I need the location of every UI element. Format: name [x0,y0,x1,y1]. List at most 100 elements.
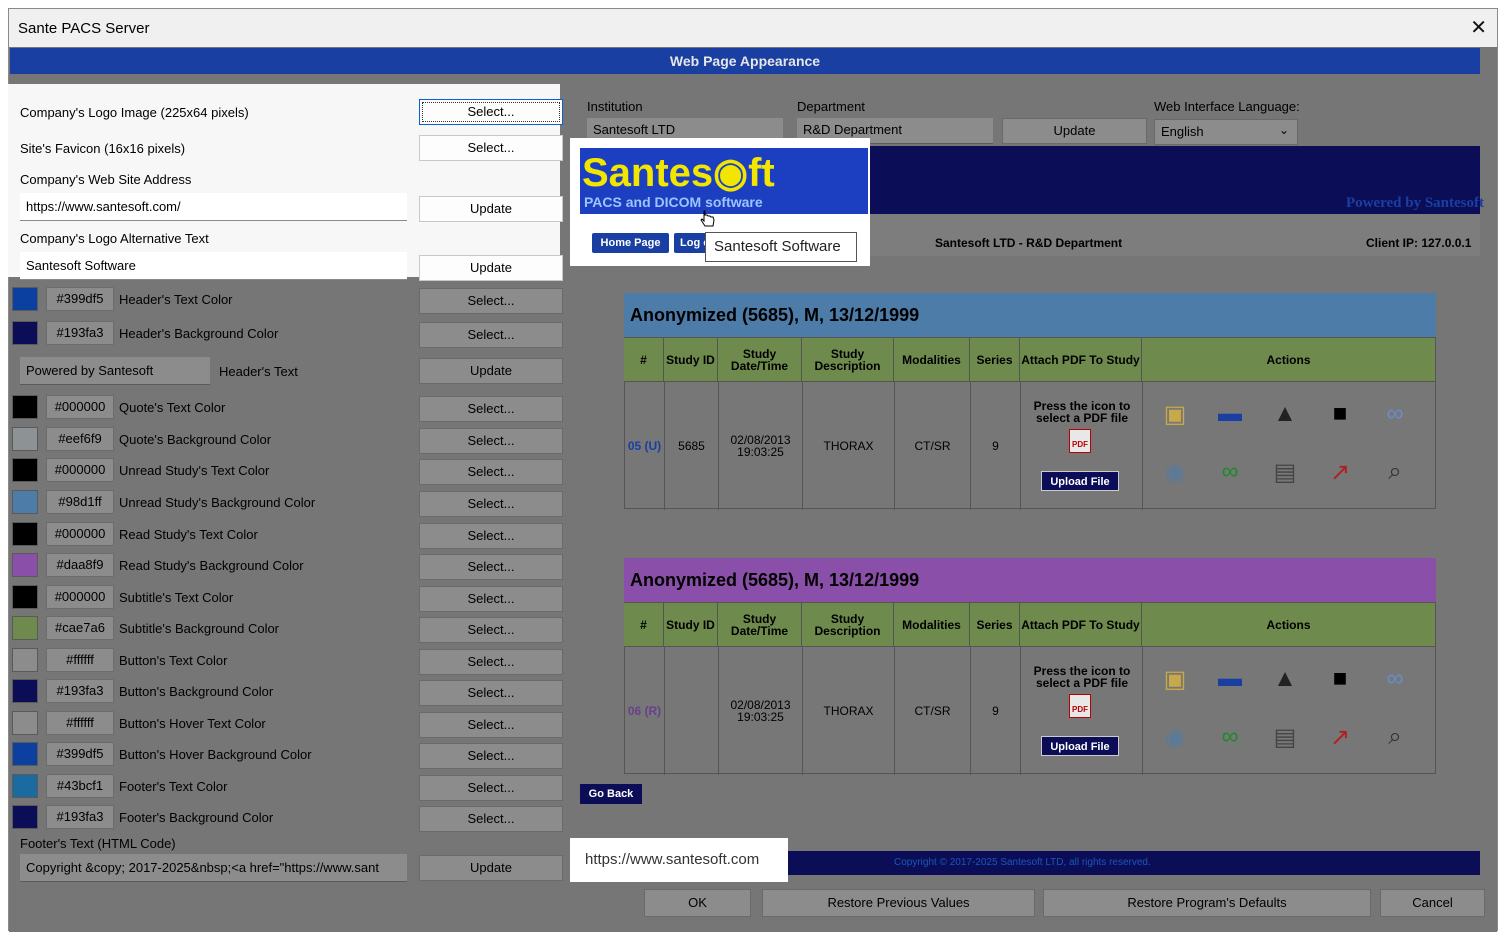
color-select-button[interactable]: Select... [419,649,563,675]
header-text-label: Header's Text [219,364,298,379]
color-select-button[interactable]: Select... [419,743,563,769]
footer-copyright-text: Copyright © 2017-2025 Santesoft LTD, all… [894,857,1151,868]
color-hex-value: #000000 [46,585,114,609]
color-swatch [12,395,38,419]
study-modalities-cell: CT/SR [895,382,971,510]
home-page-button[interactable]: Home Page [592,233,669,253]
alt-text-update-button[interactable]: Update [419,255,563,281]
annotate-icon[interactable]: ↗ [1324,456,1356,488]
study-title[interactable]: Anonymized (5685), M, 13/12/1999 [624,558,1436,602]
download-monitor-icon[interactable]: ▬ [1214,663,1246,695]
magnifier-icon[interactable]: ⌕ [1379,456,1411,488]
powered-by-text: Powered by Santesoft [1345,195,1484,211]
color-swatch [12,427,38,451]
pdf-icon[interactable]: PDF [1069,694,1091,718]
website-label: Company's Web Site Address [20,172,192,187]
department-label: Department [797,99,865,114]
color-swatch [12,287,38,311]
color-swatch [12,742,38,766]
status-url-text: https://www.santesoft.com [585,851,760,868]
download-monitor-icon[interactable]: ▬ [1214,398,1246,430]
window-title: Sante PACS Server [18,20,150,37]
color-select-button[interactable]: Select... [419,806,563,832]
upload-file-button[interactable]: Upload File [1041,471,1119,491]
restore-defaults-button[interactable]: Restore Program's Defaults [1043,889,1371,917]
restore-previous-button[interactable]: Restore Previous Values [762,889,1035,917]
study-title[interactable]: Anonymized (5685), M, 13/12/1999 [624,293,1436,337]
color-label: Quote's Text Color [119,400,226,415]
favicon-select-button[interactable]: Select... [419,135,563,161]
table-row: 06 (R) 02/08/2013 19:03:25 THORAX CT/SR 9 Pre… [624,646,1436,775]
color-select-button[interactable]: Select... [419,322,563,348]
color-swatch [12,711,38,735]
color-hex-value: #ffffff [46,711,114,735]
ok-button[interactable]: OK [644,889,751,917]
glasses-doc-icon[interactable]: ▤ [1269,456,1301,488]
alt-text-label: Company's Logo Alternative Text [20,231,209,246]
header-text-input[interactable]: Powered by Santesoft [20,357,210,385]
viewer-monitor-icon[interactable]: ▲ [1269,398,1301,430]
pdf-icon[interactable]: PDF [1069,429,1091,453]
glasses-doc-icon[interactable]: ▤ [1269,721,1301,753]
footer-html-input[interactable]: Copyright &copy; 2017-2025&nbsp;<a href=… [20,854,407,882]
viewer-monitor-icon[interactable]: ▲ [1269,663,1301,695]
study-modalities-cell: CT/SR [895,647,971,775]
cancel-button[interactable]: Cancel [1380,889,1485,917]
header-text-update-button[interactable]: Update [419,358,563,384]
color-label: Button's Hover Text Color [119,716,266,731]
color-label: Quote's Background Color [119,432,272,447]
color-select-button[interactable]: Select... [419,523,563,549]
hand-cursor-icon [700,210,715,227]
color-hex-value: #000000 [46,458,114,482]
folder-icon[interactable]: ▣ [1159,398,1191,430]
color-select-button[interactable]: Select... [419,288,563,314]
attach-link-icon[interactable]: ∞ [1379,398,1411,430]
website-input[interactable]: https://www.santesoft.com/ [20,193,407,221]
color-swatch [12,648,38,672]
study-num-cell[interactable]: 05 (U) [625,382,665,510]
cd-disc-icon[interactable]: ◉ [1159,721,1191,753]
study-num-cell[interactable]: 06 (R) [625,647,665,775]
client-ip-text: Client IP: 127.0.0.1 [1366,236,1472,250]
black-box-icon[interactable]: ■ [1324,663,1356,695]
upload-file-button[interactable]: Upload File [1041,736,1119,756]
color-label: Footer's Background Color [119,810,274,825]
color-swatch [12,805,38,829]
annotate-icon[interactable]: ↗ [1324,721,1356,753]
attach-link-icon[interactable]: ∞ [1379,663,1411,695]
logo-select-button[interactable]: Select... [419,99,563,125]
chevron-down-icon: ⌄ [1278,123,1289,137]
close-icon[interactable]: ✕ [1470,15,1487,40]
go-back-button[interactable]: Go Back [580,784,642,804]
language-select[interactable]: English ⌄ [1154,119,1298,145]
glasses-check-icon[interactable]: ∞ [1214,456,1246,488]
glasses-check-icon[interactable]: ∞ [1214,721,1246,753]
folder-icon[interactable]: ▣ [1159,663,1191,695]
color-select-button[interactable]: Select... [419,712,563,738]
color-select-button[interactable]: Select... [419,680,563,706]
color-select-button[interactable]: Select... [419,396,563,422]
alt-text-input[interactable]: Santesoft Software [20,252,407,280]
logo-tooltip: Santesoft Software [705,232,857,262]
color-select-button[interactable]: Select... [419,491,563,517]
color-select-button[interactable]: Select... [419,459,563,485]
cd-disc-icon[interactable]: ◉ [1159,456,1191,488]
website-update-button[interactable]: Update [419,196,563,222]
magnifier-icon[interactable]: ⌕ [1379,721,1411,753]
footer-html-update-button[interactable]: Update [419,855,563,881]
color-select-button[interactable]: Select... [419,554,563,580]
column-header: Study Description [802,338,894,382]
color-label: Subtitle's Background Color [119,621,280,636]
color-hex-value: #399df5 [46,742,114,766]
color-select-button[interactable]: Select... [419,775,563,801]
color-label: Read Study's Text Color [119,527,258,542]
color-hex-value: #ffffff [46,648,114,672]
color-select-button[interactable]: Select... [419,428,563,454]
color-select-button[interactable]: Select... [419,617,563,643]
institution-update-button[interactable]: Update [1002,118,1147,144]
pdf-instruction-text: Press the icon to select a PDF file [1033,399,1131,425]
title-bar: Sante PACS Server ✕ [9,9,1497,47]
black-box-icon[interactable]: ■ [1324,398,1356,430]
color-select-button[interactable]: Select... [419,586,563,612]
column-header: Study Date/Time [718,338,802,382]
